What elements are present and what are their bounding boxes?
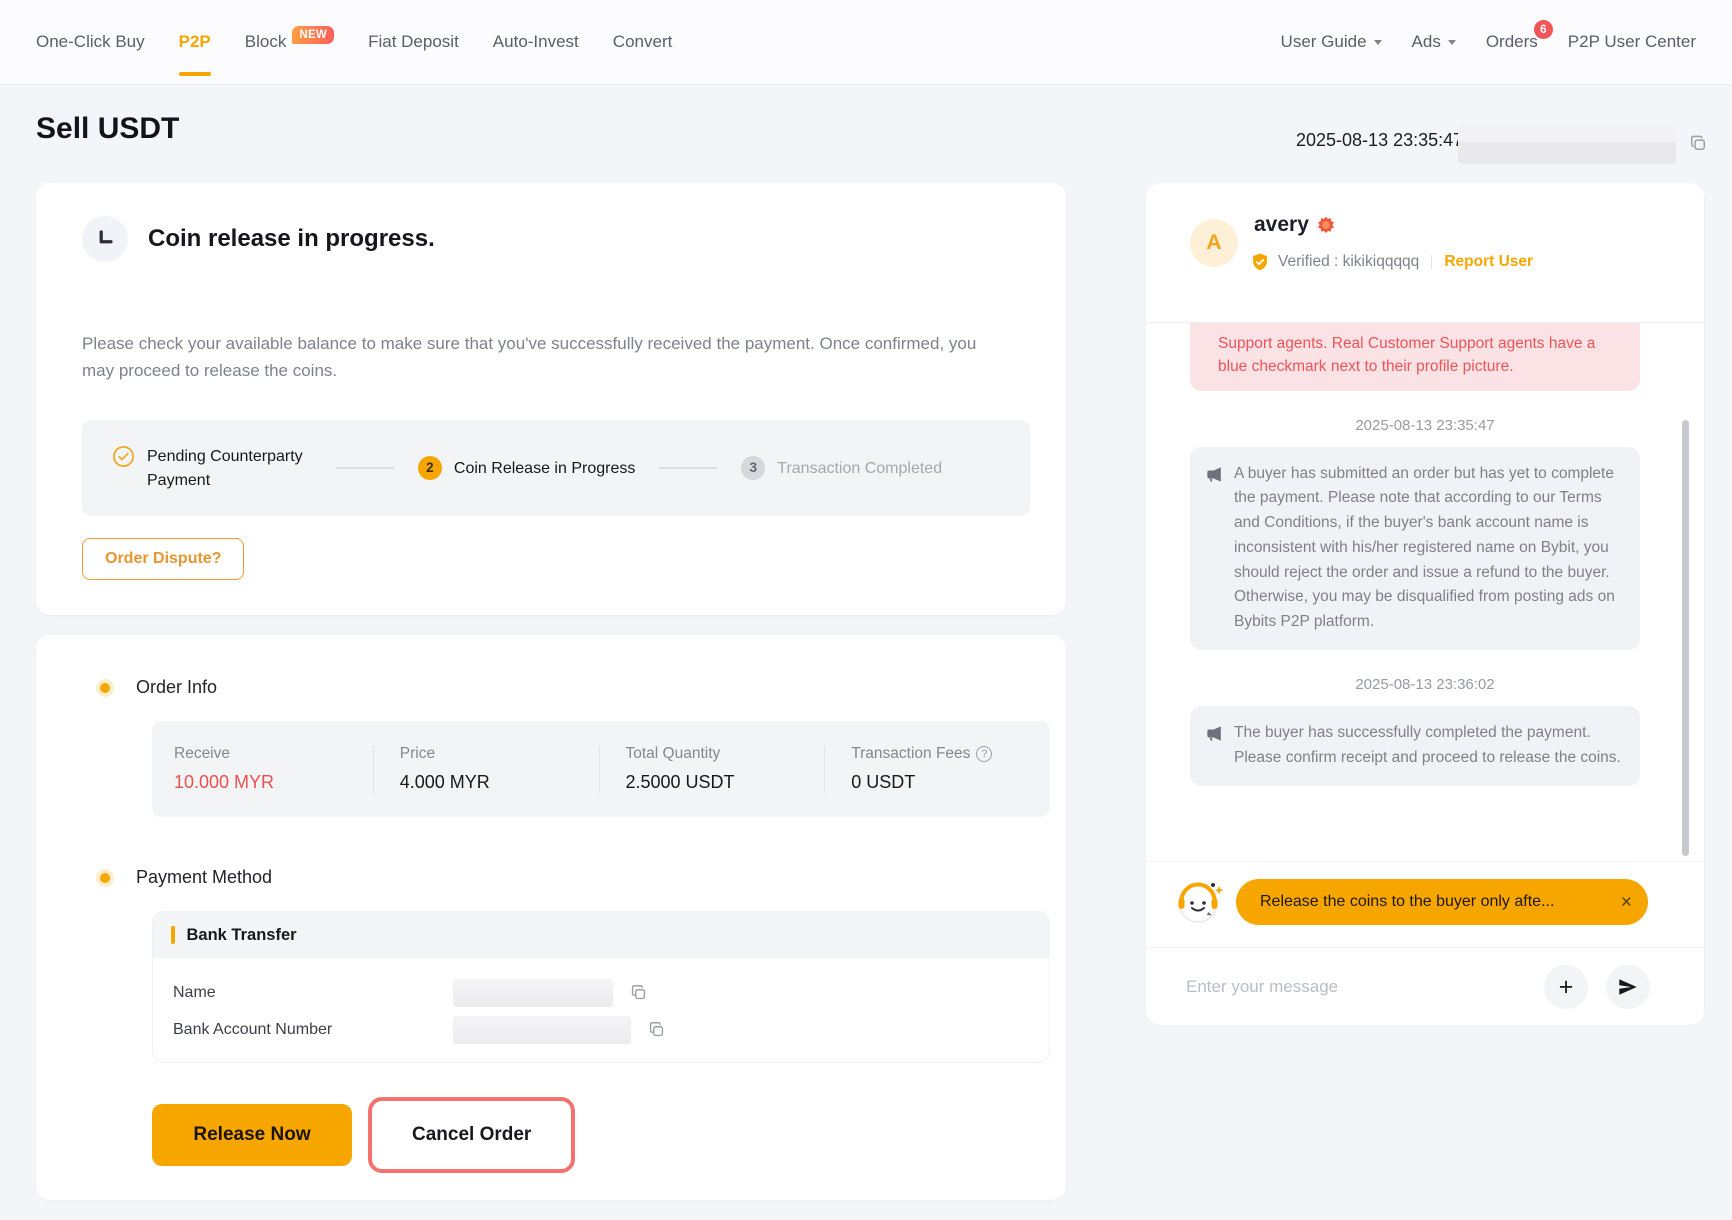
accent-bar [171, 926, 175, 944]
cancel-order-button[interactable]: Cancel Order [368, 1097, 575, 1173]
copy-icon[interactable] [629, 983, 648, 1002]
close-icon[interactable]: × [1621, 893, 1632, 912]
scam-warning-message: Support agents. Real Customer Support ag… [1190, 323, 1640, 391]
step-coin-release: 2 Coin Release in Progress [418, 456, 635, 480]
system-message: A buyer has submitted an order but has y… [1190, 447, 1640, 651]
divider [1431, 255, 1432, 269]
bot-tip-pill[interactable]: Release the coins to the buyer only afte… [1236, 879, 1648, 925]
orders-count-badge: 6 [1534, 20, 1553, 39]
nav-orders[interactable]: Orders 6 [1486, 32, 1538, 52]
nav-p2p-user-center[interactable]: P2P User Center [1568, 32, 1696, 52]
chat-input-row: + [1146, 947, 1704, 1025]
redacted-account-number [453, 1016, 631, 1044]
nav-block[interactable]: Block NEW [245, 32, 334, 52]
chat-header: A avery Verified : kikikiqqqqq Report Us… [1146, 183, 1704, 323]
redacted-name-value [453, 979, 613, 1007]
avatar[interactable]: A [1190, 219, 1238, 267]
payment-method-name: Bank Transfer [187, 926, 297, 945]
order-timestamp: 2025-08-13 23:35:47 [1296, 130, 1463, 151]
nav-one-click-buy[interactable]: One-Click Buy [36, 32, 145, 52]
nav-fiat-deposit[interactable]: Fiat Deposit [368, 32, 459, 52]
system-message: The buyer has successfully completed the… [1190, 706, 1640, 786]
bullet-dot-icon [100, 873, 110, 883]
chat-message-list[interactable]: Support agents. Real Customer Support ag… [1146, 323, 1704, 861]
step-connector [659, 467, 717, 469]
transaction-fees-value: 0 USDT [851, 772, 1050, 793]
order-dispute-button[interactable]: Order Dispute? [82, 538, 244, 580]
progress-steps: Pending Counterparty Payment 2 Coin Rele… [82, 420, 1030, 516]
chevron-down-icon [1374, 40, 1382, 45]
price-value: 4.000 MYR [400, 772, 599, 793]
report-user-link[interactable]: Report User [1444, 253, 1533, 271]
bullet-dot-icon [100, 683, 110, 693]
payment-method-card: Bank Transfer Name Bank Account Number [152, 911, 1050, 1063]
field-transaction-fees: Transaction Fees ? 0 USDT [824, 745, 1050, 793]
megaphone-icon [1205, 724, 1224, 743]
message-timestamp: 2025-08-13 23:35:47 [1146, 417, 1704, 434]
chevron-down-icon [1448, 40, 1456, 45]
counterparty-name[interactable]: avery [1254, 213, 1309, 237]
nav-user-guide[interactable]: User Guide [1281, 32, 1382, 52]
page-title: Sell USDT [36, 112, 179, 146]
redacted-order-number [1458, 124, 1676, 164]
chat-panel: A avery Verified : kikikiqqqqq Report Us… [1146, 183, 1704, 1025]
order-status-card: Coin release in progress. Please check y… [36, 183, 1066, 615]
order-info-heading: Order Info [100, 677, 217, 698]
field-receive: Receive 10.000 MYR [152, 745, 373, 793]
status-title: Coin release in progress. [148, 225, 435, 253]
chat-scrollbar[interactable] [1682, 420, 1689, 856]
bot-tip-text: Release the coins to the buyer only afte… [1260, 893, 1613, 911]
nav-auto-invest[interactable]: Auto-Invest [493, 32, 579, 52]
check-circle-icon [112, 445, 135, 468]
status-description: Please check your available balance to m… [82, 331, 1012, 385]
active-tab-underline [179, 72, 211, 76]
payment-row-account: Bank Account Number [173, 1011, 1029, 1048]
message-timestamp: 2025-08-13 23:36:02 [1146, 676, 1704, 693]
nav-convert[interactable]: Convert [613, 32, 673, 52]
order-info-strip: Receive 10.000 MYR Price 4.000 MYR Total… [152, 721, 1050, 817]
order-details-card: Order Info Receive 10.000 MYR Price 4.00… [36, 635, 1066, 1200]
bot-avatar-icon [1172, 876, 1224, 933]
nav-ads[interactable]: Ads [1412, 32, 1456, 52]
send-button[interactable] [1606, 965, 1650, 1009]
megaphone-icon [1205, 465, 1224, 484]
copy-icon[interactable] [1688, 133, 1708, 153]
step-pending-payment: Pending Counterparty Payment [112, 444, 312, 491]
top-navigation: One-Click Buy P2P Block NEW Fiat Deposit… [0, 0, 1732, 85]
p2p-sell-order-page: One-Click Buy P2P Block NEW Fiat Deposit… [0, 0, 1732, 1220]
send-icon [1617, 976, 1639, 998]
step-transaction-completed: 3 Transaction Completed [741, 456, 942, 480]
nav-p2p[interactable]: P2P [179, 32, 211, 52]
release-now-button[interactable]: Release Now [152, 1104, 352, 1166]
verified-label: Verified : kikikiqqqqq [1278, 253, 1419, 271]
step-connector [336, 467, 394, 469]
new-badge: NEW [292, 26, 334, 44]
payment-method-heading: Payment Method [100, 867, 272, 888]
field-price: Price 4.000 MYR [373, 745, 599, 793]
step-number: 3 [741, 456, 765, 480]
step-number: 2 [418, 456, 442, 480]
help-icon[interactable]: ? [976, 746, 992, 762]
total-quantity-value: 2.5000 USDT [626, 772, 825, 793]
nav-right: User Guide Ads Orders 6 P2P User Center [1281, 32, 1696, 52]
bot-tip-row: Release the coins to the buyer only afte… [1146, 861, 1704, 947]
payment-row-name: Name [173, 974, 1029, 1011]
field-total-quantity: Total Quantity 2.5000 USDT [599, 745, 825, 793]
message-input[interactable] [1186, 968, 1526, 1006]
clock-icon [82, 216, 128, 262]
medal-badge-icon [1317, 216, 1335, 234]
copy-icon[interactable] [647, 1020, 666, 1039]
nav-left: One-Click Buy P2P Block NEW Fiat Deposit… [36, 32, 672, 52]
attach-button[interactable]: + [1544, 965, 1588, 1009]
payment-method-header: Bank Transfer [153, 912, 1049, 958]
verified-shield-icon [1250, 252, 1270, 272]
receive-value: 10.000 MYR [174, 772, 373, 793]
